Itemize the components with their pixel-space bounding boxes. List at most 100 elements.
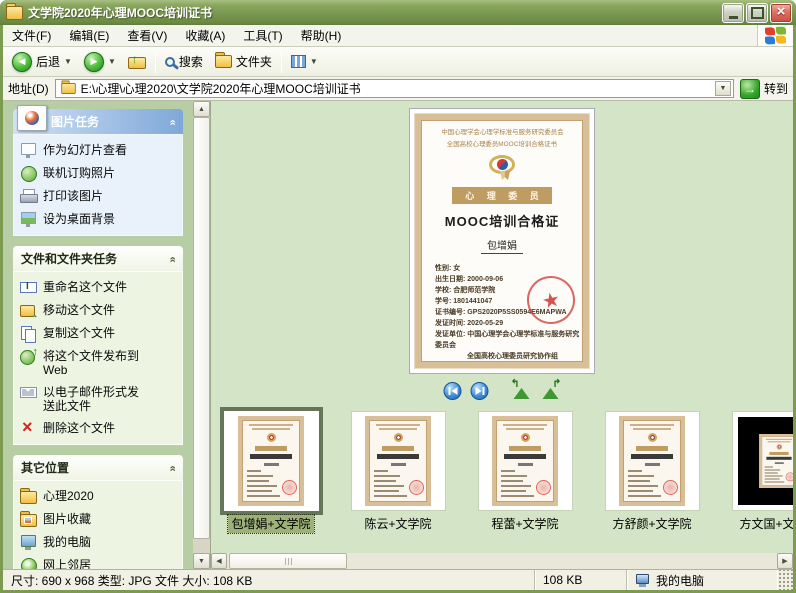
back-dropdown-icon[interactable]: ▼: [64, 57, 72, 66]
thumbnail-label[interactable]: 方文国+文学院: [736, 515, 793, 533]
forward-button[interactable]: ▶ ▼: [81, 50, 119, 74]
task-order-prints[interactable]: 联机订购照片: [20, 166, 176, 181]
thumbnail-item[interactable]: 程蕾+文学院: [477, 411, 573, 533]
thumbnail-label[interactable]: 程蕾+文学院: [488, 515, 561, 533]
folders-button[interactable]: 文件夹: [212, 51, 275, 72]
task-print-picture[interactable]: 打印该图片: [20, 189, 176, 204]
horizontal-scroll-thumb[interactable]: [229, 553, 347, 569]
title-bar: 文学院2020年心理MOOC培训证书: [0, 0, 796, 25]
vertical-scroll-thumb[interactable]: [193, 117, 210, 539]
task-move-file[interactable]: 移动这个文件: [20, 303, 176, 318]
chevron-up-icon[interactable]: «: [166, 465, 178, 470]
status-location: 我的电脑: [627, 570, 777, 590]
forward-dropdown-icon[interactable]: ▼: [108, 57, 116, 66]
folders-label: 文件夹: [236, 53, 272, 70]
back-button[interactable]: ◀ 后退 ▼: [9, 50, 75, 74]
file-tasks-header[interactable]: 文件和文件夹任务 «: [13, 246, 183, 271]
back-icon: ◀: [12, 52, 32, 72]
rename-icon: [20, 280, 37, 295]
views-button[interactable]: ▼: [288, 53, 321, 70]
thumbnail-image[interactable]: [351, 411, 446, 511]
menu-help[interactable]: 帮助(H): [292, 25, 351, 46]
task-copy-file[interactable]: 复制这个文件: [20, 326, 176, 341]
certificate-preview[interactable]: 中国心理学会心理学标准与服务研究委员会 全国高校心理委员MOOC培训合格证书 心…: [409, 108, 595, 374]
menu-edit[interactable]: 编辑(E): [60, 25, 118, 46]
go-button[interactable]: → 转到: [740, 79, 788, 99]
thumbnail-item[interactable]: 陈云+文学院: [350, 411, 446, 533]
menu-file[interactable]: 文件(F): [3, 25, 60, 46]
picture-tasks-pane: 图片任务 « 作为幻灯片查看 联机订购照片: [13, 109, 183, 236]
task-delete-file[interactable]: 删除这个文件: [20, 421, 176, 436]
forward-icon: ▶: [84, 52, 104, 72]
thumbnail-label[interactable]: 包增娟+文学院: [228, 515, 313, 533]
thumbnail-label[interactable]: 陈云+文学院: [361, 515, 434, 533]
search-button[interactable]: 搜索: [162, 51, 206, 72]
status-bar: 尺寸: 690 x 968 类型: JPG 文件 大小: 108 KB 108 …: [3, 569, 793, 590]
task-view-slideshow[interactable]: 作为幻灯片查看: [20, 143, 176, 158]
menu-favorites[interactable]: 收藏(A): [176, 25, 234, 46]
go-label: 转到: [764, 80, 788, 97]
task-set-wallpaper[interactable]: 设为桌面背景: [20, 212, 176, 227]
email-icon: [20, 385, 37, 400]
task-email-file[interactable]: 以电子邮件形式发送此文件: [20, 385, 176, 413]
address-dropdown-button[interactable]: ▼: [715, 81, 731, 96]
picture-tasks-header[interactable]: 图片任务 «: [13, 109, 183, 134]
other-places-pane: 其它位置 « 心理2020 图片收藏: [13, 455, 183, 569]
status-file-info: 尺寸: 690 x 968 类型: JPG 文件 大小: 108 KB: [3, 570, 535, 590]
other-places-header[interactable]: 其它位置 «: [13, 455, 183, 480]
address-input[interactable]: E:\心理\心理2020\文学院2020年心理MOOC培训证书 ▼: [55, 79, 734, 98]
resize-grip[interactable]: [777, 570, 793, 590]
menu-view[interactable]: 查看(V): [118, 25, 176, 46]
toolbar-separator: [155, 51, 156, 73]
place-xinli2020[interactable]: 心理2020: [20, 489, 176, 504]
maximize-button[interactable]: [746, 3, 768, 23]
chevron-up-icon[interactable]: «: [166, 256, 178, 261]
thumbnail-label[interactable]: 方舒颜+文学院: [609, 515, 694, 533]
slideshow-icon: [20, 143, 37, 158]
scroll-left-button[interactable]: ◀: [211, 553, 227, 569]
thumbnail-image[interactable]: [732, 411, 794, 511]
scroll-down-button[interactable]: ▼: [193, 553, 210, 569]
vertical-scrollbar[interactable]: ▲ ▼: [193, 101, 210, 569]
task-publish-web[interactable]: 将这个文件发布到 Web: [20, 349, 176, 377]
thumbnail-item[interactable]: 包增娟+文学院: [223, 411, 319, 533]
close-button[interactable]: [770, 3, 792, 23]
place-my-pictures[interactable]: 图片收藏: [20, 512, 176, 527]
order-prints-icon: [20, 166, 37, 181]
horizontal-scrollbar[interactable]: ◀ ▶: [211, 553, 793, 569]
file-tasks-title: 文件和文件夹任务: [21, 250, 117, 267]
next-image-button[interactable]: [471, 382, 489, 400]
rotate-counterclockwise-button[interactable]: [512, 383, 532, 399]
chevron-up-icon[interactable]: «: [166, 119, 178, 124]
scroll-right-button[interactable]: ▶: [777, 553, 793, 569]
address-path: E:\心理\心理2020\文学院2020年心理MOOC培训证书: [81, 80, 711, 97]
views-dropdown-icon[interactable]: ▼: [310, 57, 318, 66]
network-icon: [20, 558, 37, 569]
certificate-name: 包增娟: [481, 237, 523, 254]
windows-logo: [757, 25, 793, 46]
thumbnail-image[interactable]: [605, 411, 700, 511]
thumbnail-image[interactable]: [478, 411, 573, 511]
horizontal-scroll-track[interactable]: [347, 553, 777, 569]
status-file-size: 108 KB: [535, 570, 627, 590]
menu-tools[interactable]: 工具(T): [234, 25, 291, 46]
up-button[interactable]: [125, 53, 149, 71]
minimize-button[interactable]: [722, 3, 744, 23]
thumbnail-item[interactable]: 方文国+文学院: [731, 411, 793, 533]
task-rename-file[interactable]: 重命名这个文件: [20, 280, 176, 295]
menu-bar: 文件(F) 编辑(E) 查看(V) 收藏(A) 工具(T) 帮助(H): [3, 25, 793, 47]
certificate-frame: 中国心理学会心理学标准与服务研究委员会 全国高校心理委员MOOC培训合格证书 心…: [415, 114, 589, 368]
picture-tasks-icon: [17, 105, 47, 131]
file-tasks-pane: 文件和文件夹任务 « 重命名这个文件 移动这个文件: [13, 246, 183, 445]
thumbnail-image[interactable]: [224, 411, 319, 511]
place-my-computer[interactable]: 我的电脑: [20, 535, 176, 550]
previous-image-button[interactable]: [444, 382, 462, 400]
toolbar: ◀ 后退 ▼ ▶ ▼ 搜索 文件夹 ▼: [3, 47, 793, 77]
thumbnail-item[interactable]: 方舒颜+文学院: [604, 411, 700, 533]
rotate-clockwise-button[interactable]: [541, 383, 561, 399]
place-network[interactable]: 网上邻居: [20, 558, 176, 569]
search-icon: [165, 57, 175, 67]
folders-icon: [215, 55, 232, 68]
vertical-scroll-track[interactable]: [193, 539, 210, 553]
scroll-up-button[interactable]: ▲: [193, 101, 210, 117]
